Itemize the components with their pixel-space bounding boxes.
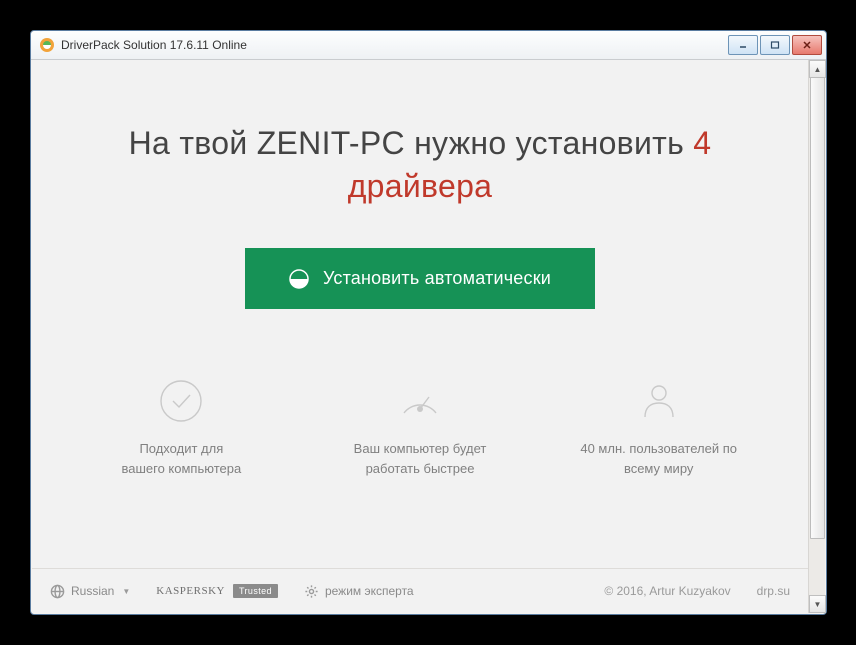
window-title: DriverPack Solution 17.6.11 Online — [61, 38, 728, 52]
language-label: Russian — [71, 584, 114, 598]
headline: На твой ZENIT-PC нужно установить 4 драй… — [129, 122, 712, 208]
app-icon — [39, 37, 55, 53]
feature-text: Подходит длявашего компьютера — [121, 439, 241, 478]
language-selector[interactable]: Russian ▼ — [50, 584, 130, 599]
gear-icon — [304, 584, 319, 599]
feature-compatible: Подходит длявашего компьютера — [62, 379, 301, 478]
check-circle-icon — [159, 379, 203, 423]
scroll-up-button[interactable]: ▲ — [809, 60, 826, 78]
install-auto-button[interactable]: Установить автоматически — [245, 248, 595, 309]
site-link[interactable]: drp.su — [757, 584, 790, 598]
headline-pc-name: ZENIT-PC — [257, 125, 405, 161]
chevron-down-icon: ▼ — [122, 587, 130, 596]
content-area: На твой ZENIT-PC нужно установить 4 драй… — [32, 60, 808, 613]
user-icon — [637, 379, 681, 423]
feature-users: 40 млн. пользователей повсему миру — [539, 379, 778, 478]
app-window: DriverPack Solution 17.6.11 Online На тв… — [30, 30, 827, 615]
expert-mode-button[interactable]: режим эксперта — [304, 584, 414, 599]
headline-line2: драйвера — [348, 168, 493, 204]
copyright-text: © 2016, Artur Kuzyakov — [604, 584, 730, 598]
trusted-badge: Trusted — [233, 584, 278, 598]
headline-part2: нужно установить — [405, 125, 693, 161]
footer: Russian ▼ KASPERSKY Trusted режим экспер… — [32, 568, 808, 613]
kaspersky-badge[interactable]: KASPERSKY Trusted — [156, 584, 278, 598]
gauge-icon — [398, 379, 442, 423]
expert-mode-label: режим эксперта — [325, 584, 414, 598]
headline-count: 4 — [693, 125, 711, 161]
scroll-down-button[interactable]: ▼ — [809, 595, 826, 613]
titlebar[interactable]: DriverPack Solution 17.6.11 Online — [31, 31, 826, 60]
install-button-label: Установить автоматически — [323, 268, 551, 289]
kaspersky-name: KASPERSKY — [156, 585, 225, 597]
feature-faster: Ваш компьютер будетработать быстрее — [301, 379, 540, 478]
close-button[interactable] — [792, 35, 822, 55]
maximize-button[interactable] — [760, 35, 790, 55]
minimize-button[interactable] — [728, 35, 758, 55]
feature-text: Ваш компьютер будетработать быстрее — [354, 439, 487, 478]
driverpack-icon — [289, 269, 309, 289]
vertical-scrollbar[interactable]: ▲ ▼ — [808, 60, 825, 613]
feature-text: 40 млн. пользователей повсему миру — [580, 439, 737, 478]
scroll-thumb[interactable] — [810, 77, 825, 539]
globe-icon — [50, 584, 65, 599]
headline-part1: На твой — [129, 125, 257, 161]
features-row: Подходит длявашего компьютера Ваш компью… — [32, 379, 808, 478]
